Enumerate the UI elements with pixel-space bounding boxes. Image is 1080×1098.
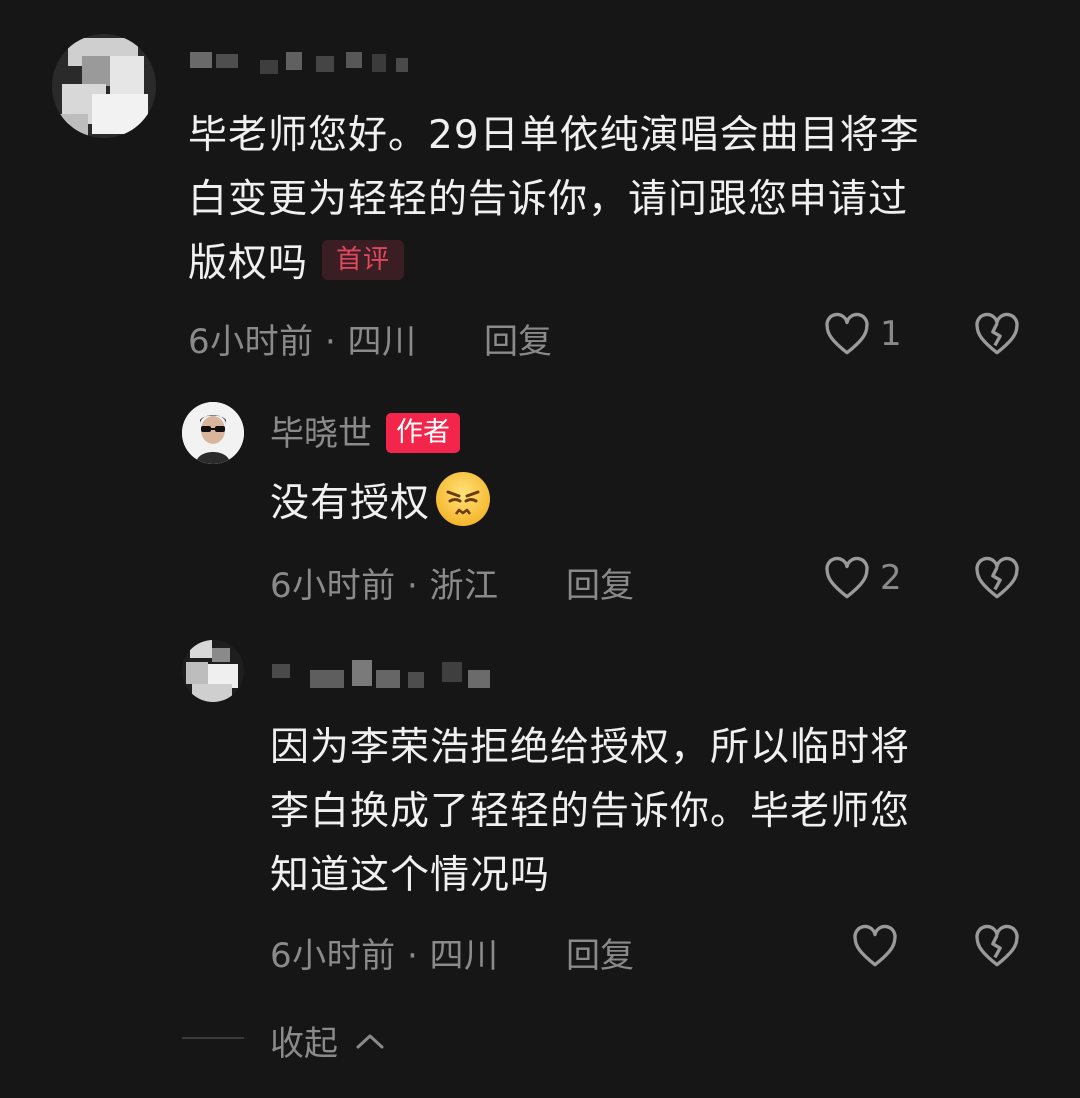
author-header: 毕晓世 作者: [270, 406, 460, 455]
reply-meta: 6小时前 · 四川: [270, 936, 499, 976]
reply-meta: 6小时前 · 浙江: [270, 566, 499, 606]
broken-heart-icon[interactable]: [972, 310, 1022, 360]
comment-text-line: 毕老师您好。29日单依纯演唱会曲目将李: [188, 113, 920, 158]
reply-body: 因为李荣浩拒绝给授权，所以临时将 李白换成了轻轻的告诉你。毕老师您 知道这个情况…: [270, 716, 1030, 908]
heart-outline-icon[interactable]: [822, 554, 872, 604]
collapse-label: 收起: [270, 1024, 338, 1064]
reply-button[interactable]: 回复: [566, 558, 634, 607]
reply-text-line: 因为李荣浩拒绝给授权，所以临时将: [270, 725, 911, 770]
reply-button[interactable]: 回复: [484, 314, 552, 363]
like-count: 2: [880, 558, 902, 598]
broken-heart-icon[interactable]: [972, 922, 1022, 972]
reply-text: 没有授权: [270, 481, 431, 526]
heart-outline-icon[interactable]: [850, 922, 900, 972]
reply-body: 没有授权: [270, 470, 492, 536]
comment-body: 毕老师您好。29日单依纯演唱会曲目将李 白变更为轻轻的告诉你，请问跟您申请过 版…: [188, 104, 1048, 296]
collapse-divider: [182, 1037, 244, 1039]
commenter-name-blurred[interactable]: [190, 48, 420, 74]
reply-text-line: 李白换成了轻轻的告诉你。毕老师您: [270, 789, 911, 834]
replier-name-blurred[interactable]: [272, 656, 502, 692]
comment-text-line: 白变更为轻轻的告诉你，请问跟您申请过: [188, 177, 909, 222]
heart-outline-icon[interactable]: [822, 310, 872, 360]
first-comment-badge: 首评: [322, 240, 405, 280]
reply-button[interactable]: 回复: [566, 928, 634, 977]
comment-meta: 6小时前 · 四川: [188, 322, 417, 362]
chevron-up-icon: [355, 1020, 385, 1060]
reply-text-line: 知道这个情况吗: [270, 853, 551, 898]
author-name[interactable]: 毕晓世: [270, 414, 372, 454]
collapse-replies-button[interactable]: 收起: [270, 1016, 385, 1065]
comment-text-line: 版权吗: [188, 241, 309, 286]
angry-face-emoji: [434, 470, 492, 528]
broken-heart-icon[interactable]: [972, 554, 1022, 604]
like-count: 1: [880, 314, 902, 354]
author-avatar[interactable]: [182, 402, 244, 464]
replier-avatar[interactable]: [182, 640, 244, 702]
commenter-avatar[interactable]: [52, 34, 156, 138]
author-badge: 作者: [386, 413, 460, 453]
